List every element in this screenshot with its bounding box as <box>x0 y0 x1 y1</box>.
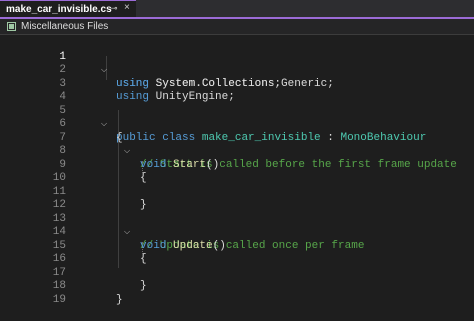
code-line: 7 ⌵ // Start is called before the first … <box>0 118 474 171</box>
code-line: 12 <box>0 186 474 211</box>
pin-icon[interactable]: ⊸ <box>110 3 118 14</box>
code-line: 5 ⌵ public class make_car_invisible : Mo… <box>0 91 474 144</box>
tab-title: make_car_invisible.cs <box>6 3 112 15</box>
code-line: 9 { <box>0 145 474 185</box>
code-line: 2 using System.Collections.Generic; <box>0 51 474 90</box>
code-line: 11 } <box>0 172 474 212</box>
code-line: 19 <box>0 280 474 306</box>
project-icon <box>7 22 16 31</box>
code-line: 8 void Start() <box>0 132 474 171</box>
code-line: 15 { <box>0 226 474 266</box>
code-line: 1 ⌵ using System.Collections; <box>0 37 474 90</box>
code-line: 13 ⌵ // Update is called once per frame <box>0 199 474 252</box>
code-line: 18 } <box>0 267 474 306</box>
navigation-bar[interactable]: Miscellaneous Files <box>0 19 474 35</box>
code-line: 4 <box>0 78 474 103</box>
code-editor[interactable]: 1 ⌵ using System.Collections; 2 using Sy… <box>0 35 474 307</box>
close-icon[interactable]: × <box>124 2 130 13</box>
code-line: 3 using UnityEngine; <box>0 64 474 104</box>
code-line: 14 void Update() <box>0 213 474 252</box>
line-number: 19 <box>52 293 66 306</box>
code-line: 6 { <box>0 105 474 144</box>
project-dropdown-label: Miscellaneous Files <box>21 21 109 32</box>
tab-make-car-invisible[interactable]: make_car_invisible.cs ⊸ × <box>0 0 136 17</box>
vertical-scrollbar[interactable] <box>464 35 474 307</box>
code-line: 16 <box>0 240 474 265</box>
code-line: 17 } <box>0 253 474 293</box>
tab-bar: make_car_invisible.cs ⊸ × <box>0 0 474 19</box>
code-line: 10 <box>0 159 474 184</box>
